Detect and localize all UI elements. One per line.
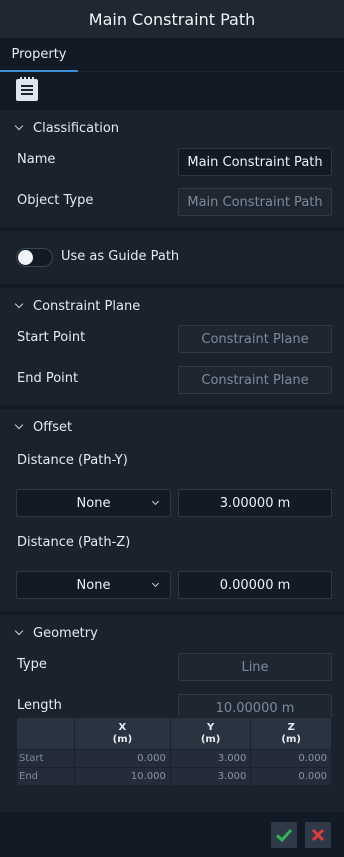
end-point-label: End Point [17, 371, 79, 386]
toolbar [0, 72, 344, 106]
chevron-down-icon [14, 299, 24, 309]
constraint-plane-header[interactable]: Constraint Plane [0, 288, 344, 324]
table-row[interactable]: Start 0.000 3.000 0.000 [16, 749, 332, 768]
tab-bar: Property [0, 38, 344, 72]
chevron-down-icon [14, 121, 24, 131]
distance-z-label: Distance (Path-Z) [17, 535, 131, 550]
cancel-button[interactable] [305, 822, 331, 848]
cell-y: 3.000 [169, 767, 252, 786]
chevron-down-icon [14, 420, 24, 430]
geometry-type-label: Type [17, 657, 47, 672]
window-title: Main Constraint Path [0, 0, 344, 38]
select-value: None [76, 577, 111, 593]
cell-z: 0.000 [250, 767, 332, 786]
dialog-footer [0, 816, 344, 857]
toggle-knob [18, 250, 33, 265]
classification-section: Classification Name Main Constraint Path… [0, 110, 344, 227]
section-title: Offset [33, 419, 73, 435]
name-label: Name [17, 152, 56, 167]
distance-y-input[interactable]: 3.00000 m [178, 489, 332, 517]
section-title: Classification [33, 120, 120, 136]
close-icon [311, 828, 325, 842]
select-value: None [76, 495, 111, 511]
tab-property[interactable]: Property [0, 38, 78, 72]
chevron-down-icon [151, 497, 160, 506]
cell-x: 0.000 [74, 749, 171, 768]
end-point-field[interactable]: Constraint Plane [178, 366, 332, 394]
distance-y-mode-select[interactable]: None [16, 489, 171, 517]
column-header-z: Z (m) [250, 717, 332, 750]
start-point-label: Start Point [17, 330, 86, 345]
check-icon [275, 828, 293, 843]
distance-y-label: Distance (Path-Y) [17, 453, 128, 468]
classification-header[interactable]: Classification [0, 110, 344, 146]
row-label: End [16, 767, 75, 786]
table-corner [16, 717, 75, 750]
offset-section: Offset Distance (Path-Y) None 3.00000 m … [0, 409, 344, 611]
guide-path-section: Use as Guide Path [0, 231, 344, 284]
name-input[interactable]: Main Constraint Path [178, 148, 332, 176]
notepad-icon[interactable] [16, 77, 38, 101]
geometry-type-field: Line [178, 653, 332, 681]
guide-path-label: Use as Guide Path [61, 249, 180, 264]
section-title: Geometry [33, 625, 98, 641]
cell-y: 3.000 [169, 749, 252, 768]
object-type-label: Object Type [17, 193, 94, 208]
distance-z-input[interactable]: 0.00000 m [178, 571, 332, 599]
table-header-row: X (m) Y (m) Z (m) [16, 717, 332, 750]
chevron-down-icon [14, 626, 24, 636]
cell-z: 0.000 [250, 749, 332, 768]
start-point-field[interactable]: Constraint Plane [178, 325, 332, 353]
column-header-x: X (m) [74, 717, 171, 750]
cell-x: 10.000 [74, 767, 171, 786]
object-type-field: Main Constraint Path [178, 188, 332, 216]
length-label: Length [17, 698, 62, 713]
geometry-header[interactable]: Geometry [0, 615, 344, 651]
section-title: Constraint Plane [33, 298, 141, 314]
coordinates-table: X (m) Y (m) Z (m) Start 0.000 3.000 0.000 E… [16, 717, 332, 786]
guide-path-toggle[interactable] [16, 248, 53, 267]
geometry-section: Geometry Type Line Length 10.00000 m X (m… [0, 615, 344, 812]
row-label: Start [16, 749, 75, 768]
offset-header[interactable]: Offset [0, 409, 344, 445]
chevron-down-icon [151, 579, 160, 588]
column-header-y: Y (m) [169, 717, 252, 750]
confirm-button[interactable] [271, 822, 297, 848]
distance-z-mode-select[interactable]: None [16, 571, 171, 599]
constraint-plane-section: Constraint Plane Start Point Constraint … [0, 288, 344, 405]
table-row[interactable]: End 10.000 3.000 0.000 [16, 767, 332, 786]
